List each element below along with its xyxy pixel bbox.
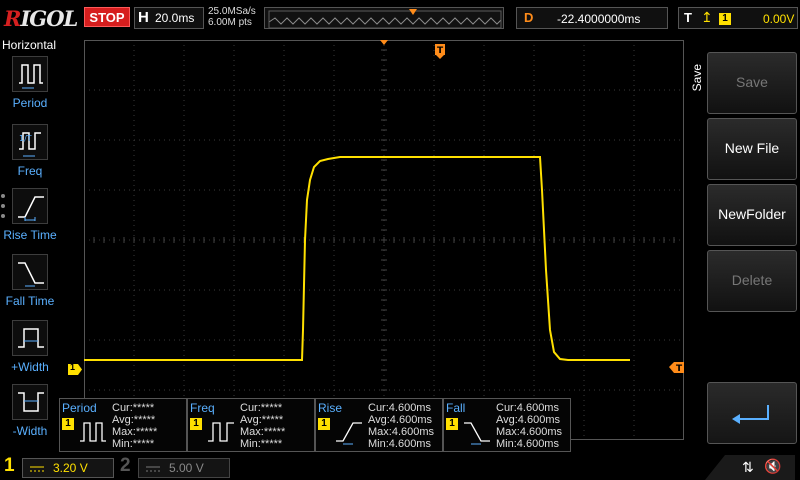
- memory-overview-strip: [264, 7, 504, 29]
- trigger-display[interactable]: T ↥ 1 0.00V: [678, 7, 798, 29]
- delete-button[interactable]: Delete: [707, 250, 797, 312]
- svg-text:T: T: [437, 46, 444, 56]
- ch2-scale-box[interactable]: 5.00 V: [138, 458, 230, 478]
- menu-title: Horizontal: [2, 38, 57, 52]
- neg-width-icon: [12, 384, 48, 420]
- delay-label: D: [524, 10, 534, 25]
- ch1-ground-marker[interactable]: 1: [68, 362, 82, 375]
- new-folder-button[interactable]: NewFolder: [707, 184, 797, 246]
- measure-pos-width-item[interactable]: +Width: [0, 320, 60, 382]
- measure-rise-time-item[interactable]: Rise Time: [0, 188, 60, 250]
- waveform-display[interactable]: T T: [83, 39, 685, 441]
- trigger-level-marker-icon: T: [669, 362, 684, 374]
- rigol-logo: RIGOL: [4, 6, 78, 31]
- measurement-freq[interactable]: Freq 1 Cur:***** Avg:***** Max:***** Min…: [187, 398, 315, 452]
- run-stop-button[interactable]: STOP: [84, 7, 130, 27]
- timebase-display[interactable]: H 20.0ms: [134, 7, 204, 29]
- save-menu-title: Save: [690, 64, 704, 92]
- ch2-scale: 5.00 V: [169, 461, 204, 475]
- save-button[interactable]: Save: [707, 52, 797, 114]
- freq-icon: [208, 422, 234, 442]
- new-file-button[interactable]: New File: [707, 118, 797, 180]
- return-button[interactable]: [707, 382, 797, 444]
- ch1-waveform-trace: [84, 156, 630, 361]
- fall-time-icon: [12, 254, 48, 290]
- waveform-grid: T T: [83, 39, 685, 441]
- timebase-label: H: [138, 9, 149, 26]
- horizontal-measure-menu: Horizontal Period 1/T Freq Rise Time Fal…: [0, 36, 60, 454]
- ch2-label[interactable]: 2: [120, 455, 131, 477]
- trigger-level: 0.00V: [763, 12, 795, 26]
- period-icon: [80, 422, 106, 442]
- trigger-time-marker-icon: T: [435, 44, 445, 59]
- measurement-fall[interactable]: Fall 1 Cur:4.600ms Avg:4.600ms Max:4.600…: [443, 398, 571, 452]
- fall-time-icon: [464, 422, 490, 445]
- sample-rate: 25.0MSa/s: [208, 6, 256, 17]
- memory-depth: 6.00M pts: [208, 17, 252, 28]
- measurement-period[interactable]: Period 1 Cur:***** Avg:***** Max:***** M…: [59, 398, 187, 452]
- rising-edge-icon: ↥: [701, 9, 713, 25]
- speaker-muted-icon[interactable]: 🔇: [764, 458, 781, 475]
- svg-text:T: T: [676, 364, 683, 374]
- dc-coupling-icon: [30, 466, 44, 472]
- svg-text:1/T: 1/T: [19, 134, 32, 143]
- timebase-value: 20.0ms: [155, 11, 195, 25]
- measurement-rise[interactable]: Rise 1 Cur:4.600ms Avg:4.600ms Max:4.600…: [315, 398, 443, 452]
- rise-time-icon: [336, 422, 362, 445]
- trigger-source-badge: 1: [719, 13, 731, 25]
- measure-period-item[interactable]: Period: [0, 56, 60, 118]
- return-arrow-icon: [732, 405, 769, 424]
- measure-neg-width-item[interactable]: -Width: [0, 384, 60, 446]
- delay-display[interactable]: D -22.4000000ms: [516, 7, 668, 29]
- channel-status-bar: 1 3.20 V 2 5.00 V ⇅ 🔇: [0, 455, 800, 480]
- usb-icon: ⇅: [742, 459, 754, 475]
- save-softkey-menu: Save Save New File NewFolder Delete: [685, 38, 800, 454]
- trigger-label: T: [684, 10, 692, 25]
- sampling-info: 25.0MSa/s 6.00M pts: [208, 6, 256, 28]
- dc-coupling-icon: [146, 466, 160, 472]
- freq-icon: 1/T: [12, 124, 48, 160]
- measure-fall-time-item[interactable]: Fall Time: [0, 254, 60, 316]
- trigger-position-marker-icon: [380, 40, 388, 45]
- pos-width-icon: [12, 320, 48, 356]
- ch1-scale-box[interactable]: 3.20 V: [22, 458, 114, 478]
- ch1-scale: 3.20 V: [53, 461, 88, 475]
- top-status-bar: RIGOL STOP H 20.0ms 25.0MSa/s 6.00M pts …: [0, 0, 800, 36]
- memory-waveform-preview: [268, 9, 502, 29]
- measure-freq-item[interactable]: 1/T Freq: [0, 124, 60, 186]
- rise-time-icon: [12, 188, 48, 224]
- ch1-label[interactable]: 1: [4, 455, 15, 477]
- period-icon: [12, 56, 48, 92]
- delay-value: -22.4000000ms: [557, 12, 641, 26]
- memory-trigger-marker-icon: [409, 9, 417, 15]
- graticule: [83, 39, 685, 441]
